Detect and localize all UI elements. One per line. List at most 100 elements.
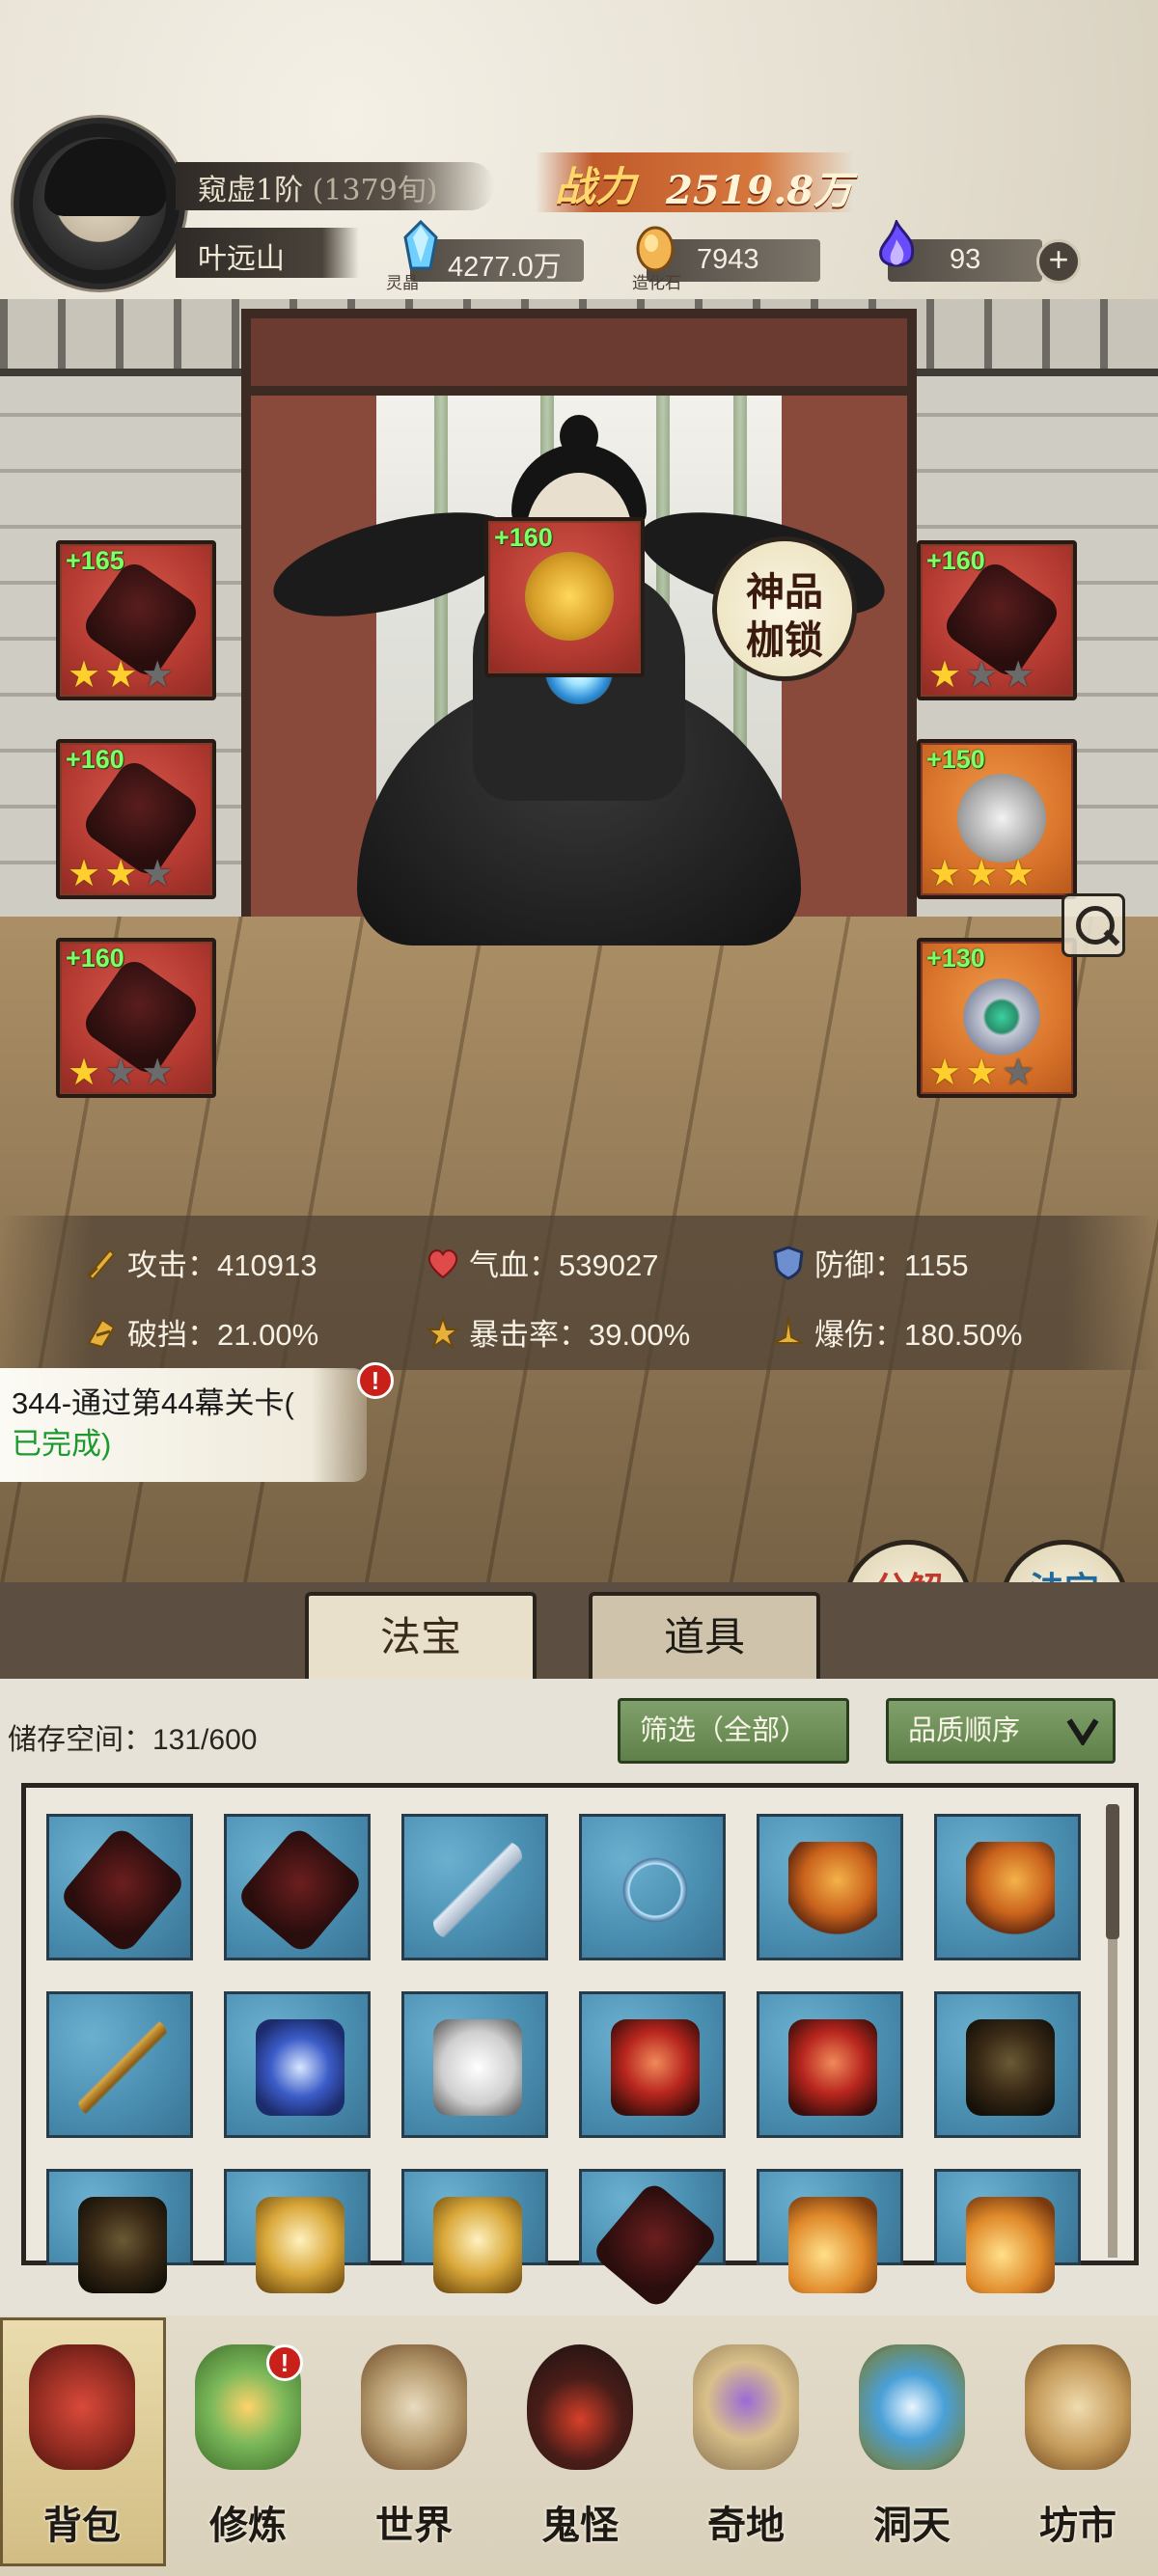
inventory-item[interactable] xyxy=(401,2169,548,2293)
nav-cultivate-label: 修炼 xyxy=(209,2503,287,2548)
sort-dropdown[interactable]: 品质顺序 xyxy=(886,1698,1116,1764)
star-icon: ★ xyxy=(965,1053,999,1093)
add-resource-button[interactable]: + xyxy=(1036,239,1081,284)
quest-text[interactable]: 344-通过第44幕关卡( 已完成) xyxy=(12,1384,369,1465)
star-icon: ★ xyxy=(141,1053,175,1093)
equip-slot-weapon[interactable]: +165 ★ ★ ★ xyxy=(56,540,216,700)
dark-robe-icon xyxy=(966,2019,1055,2116)
stat-attack: 攻击：410913 xyxy=(83,1241,317,1284)
nav-cultivate[interactable]: 修炼 xyxy=(166,2320,330,2562)
inventory-scroll-thumb[interactable] xyxy=(1106,1804,1119,1939)
inventory-item[interactable] xyxy=(934,1991,1081,2138)
star-icon: ★ xyxy=(965,854,999,894)
inventory-item[interactable] xyxy=(757,2169,903,2293)
nav-grotto-label: 洞天 xyxy=(873,2503,951,2548)
star-rating: ★ ★ ★ xyxy=(928,855,1034,893)
player-name: 叶远山 xyxy=(198,242,285,276)
stat-attack-value: 攻击：410913 xyxy=(127,1248,317,1282)
nav-grotto[interactable]: 洞天 xyxy=(830,2320,994,2562)
stat-crit-rate: 暴击率：39.00% xyxy=(425,1310,690,1354)
filter-button[interactable]: 筛选（全部） xyxy=(618,1698,849,1764)
nav-wonderland[interactable]: 奇地 xyxy=(664,2320,828,2562)
inventory-item[interactable] xyxy=(224,1991,371,2138)
spirit-crystal-icon xyxy=(403,220,438,270)
inventory-item[interactable] xyxy=(401,1814,548,1960)
inventory-item[interactable] xyxy=(579,1991,726,2138)
red-armor-icon xyxy=(611,2019,700,2116)
inventory-item[interactable] xyxy=(401,1991,548,2138)
gold-cloud-emblem-icon xyxy=(525,552,614,641)
star-icon: ★ xyxy=(68,854,101,894)
stat-pierce-value: 破挡：21.00% xyxy=(127,1318,319,1352)
star-icon: ★ xyxy=(928,854,962,894)
combat-power-label: 战力 xyxy=(555,163,637,210)
stat-crit-rate-value: 暴击率：39.00% xyxy=(469,1318,691,1352)
dark-robe-icon xyxy=(78,2197,167,2293)
star-icon: ★ xyxy=(104,655,138,696)
crit-rate-icon xyxy=(426,1314,460,1350)
meditating-hero[interactable] xyxy=(262,415,896,955)
inventory-item[interactable] xyxy=(579,2169,726,2311)
star-icon: ★ xyxy=(68,655,101,696)
star-icon: ★ xyxy=(928,1053,962,1093)
realm-text: 窥虚1阶 (1379旬) xyxy=(198,166,437,208)
dark-blade-icon xyxy=(57,1824,188,1956)
inventory-item[interactable] xyxy=(934,1814,1081,1960)
tab-treasure[interactable]: 法宝 xyxy=(305,1592,537,1681)
inventory-item[interactable] xyxy=(934,2169,1081,2293)
equip-slot-pendant[interactable]: +150 ★ ★ ★ xyxy=(917,739,1077,899)
stat-crit-damage: 爆伤：180.50% xyxy=(770,1310,1022,1354)
bag-icon xyxy=(29,2344,135,2470)
divine-shackle-badge[interactable]: 神品 枷锁 xyxy=(712,536,857,681)
nav-market[interactable]: 坊市 xyxy=(996,2320,1158,2562)
inventory-item[interactable] xyxy=(46,1814,193,1960)
red-armor-icon xyxy=(788,2019,877,2116)
combat-power-value: 2519.8万 xyxy=(666,168,853,213)
inventory-item[interactable] xyxy=(46,1991,193,2138)
star-rating: ★ ★ ★ xyxy=(68,855,174,893)
gold-armor-icon xyxy=(433,2197,522,2293)
tab-strip xyxy=(0,1582,1158,1679)
star-icon: ★ xyxy=(68,1053,101,1093)
stat-crit-damage-value: 爆伤：180.50% xyxy=(814,1318,1023,1352)
equip-slot-robe[interactable]: +160 ★ ★ ★ xyxy=(56,739,216,899)
equip-slot-helmet[interactable]: +160 ★ ★ ★ xyxy=(56,938,216,1098)
equip-slot-headband[interactable]: +160 ★ ★ ★ xyxy=(917,540,1077,700)
inventory-item[interactable] xyxy=(579,1814,726,1960)
blue-robe-icon xyxy=(256,2019,345,2116)
quest-status: 已完成) xyxy=(12,1427,112,1461)
pendant-icon xyxy=(957,774,1046,863)
nav-monsters[interactable]: 鬼怪 xyxy=(498,2320,662,2562)
inventory-item[interactable] xyxy=(757,1814,903,1960)
market-stall-icon xyxy=(1025,2344,1131,2470)
inventory-item[interactable] xyxy=(224,2169,371,2293)
star-icon: ★ xyxy=(141,655,175,696)
equip-level: +160 xyxy=(926,546,985,575)
star-icon: ★ xyxy=(965,655,999,696)
tab-items[interactable]: 道具 xyxy=(589,1592,820,1681)
golden-wing-icon xyxy=(788,2197,877,2293)
stat-hp-value: 气血：539027 xyxy=(469,1248,659,1282)
equip-level: +160 xyxy=(494,523,553,552)
realm-label: 窥虚1阶 xyxy=(198,174,304,207)
equip-slot-ring[interactable]: +130 ★ ★ ★ xyxy=(917,938,1077,1098)
avatar[interactable] xyxy=(14,118,185,289)
creation-stone-icon xyxy=(636,226,675,272)
nav-world[interactable]: 世界 xyxy=(332,2320,496,2562)
badge-line-2: 枷锁 xyxy=(746,617,823,663)
golden-wing-icon xyxy=(966,2197,1055,2293)
nav-bag[interactable]: 背包 xyxy=(0,2320,164,2562)
star-rating: ★ ★ ★ xyxy=(928,656,1034,695)
magnify-icon[interactable] xyxy=(1062,893,1125,957)
inventory-item[interactable] xyxy=(46,2169,193,2293)
inventory-item[interactable] xyxy=(224,1814,371,1960)
star-icon: ★ xyxy=(104,854,138,894)
chevron-down-icon xyxy=(1066,1718,1099,1745)
spirit-fire-value: 93 xyxy=(950,244,981,275)
inventory-item[interactable] xyxy=(757,1991,903,2138)
portal-icon xyxy=(859,2344,965,2470)
star-icon: ★ xyxy=(1002,854,1035,894)
jade-ring-icon xyxy=(957,973,1046,1061)
nav-wonderland-label: 奇地 xyxy=(707,2503,785,2548)
equip-slot-talisman[interactable]: +160 xyxy=(484,517,645,677)
